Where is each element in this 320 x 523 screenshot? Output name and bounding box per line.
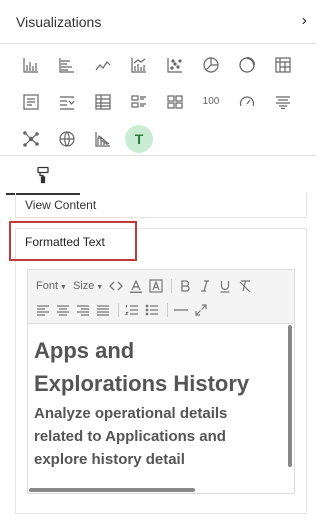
- toolbar-separator: [118, 303, 119, 317]
- gauge-icon[interactable]: [229, 87, 265, 117]
- viz-row-1: [13, 46, 313, 83]
- align-right-icon[interactable]: [76, 303, 90, 317]
- bulleted-list-icon[interactable]: [145, 303, 159, 317]
- combo-chart-icon[interactable]: [121, 50, 157, 80]
- viz-row-2: 100: [13, 83, 313, 120]
- format-tab[interactable]: [6, 156, 80, 195]
- formatted-text-badge: T: [125, 124, 153, 153]
- editor-toolbar: Font ▼ Size ▼: [28, 270, 294, 324]
- formatted-text-icon[interactable]: T: [121, 124, 157, 154]
- donut-chart-icon[interactable]: [229, 50, 265, 80]
- pie-chart-icon[interactable]: [193, 50, 229, 80]
- size-dropdown-label: Size: [72, 280, 95, 292]
- toolbar-separator: [167, 303, 168, 317]
- bar-chart-icon[interactable]: [49, 50, 85, 80]
- format-paintbrush-icon: [37, 166, 49, 183]
- rich-text-editor[interactable]: Font▼ Size▼ Apps and Explorations Hist: [27, 269, 295, 494]
- align-justify-icon[interactable]: [96, 303, 110, 317]
- editor-content[interactable]: Apps and Explorations History Analyze op…: [34, 334, 286, 471]
- pivot-table-icon[interactable]: [265, 50, 301, 80]
- list-detail-icon[interactable]: [121, 87, 157, 117]
- panel-tab-bar: [0, 155, 317, 195]
- toolbar-row-1: Font ▼ Size ▼: [36, 277, 258, 295]
- form-icon[interactable]: [13, 87, 49, 117]
- content-heading-line-1: Apps and: [34, 338, 135, 363]
- font-dropdown[interactable]: Font ▼: [36, 280, 67, 292]
- underline-icon[interactable]: [218, 279, 232, 293]
- bold-icon[interactable]: [178, 279, 192, 293]
- content-body-line-3: explore history detail: [34, 451, 185, 468]
- editor-vertical-scrollbar[interactable]: [288, 325, 292, 467]
- horizontal-rule-icon[interactable]: [174, 303, 188, 317]
- kpi-number-label: 100: [202, 96, 220, 107]
- kpi-number-icon[interactable]: 100: [193, 87, 229, 117]
- panel-header: Visualizations ›: [0, 0, 317, 44]
- content-body-line-1: Analyze operational details: [34, 405, 228, 422]
- view-content-label: View Content: [25, 198, 97, 212]
- visualization-grid: 100 T: [13, 46, 313, 157]
- line-chart-icon[interactable]: [85, 50, 121, 80]
- align-left-icon[interactable]: [36, 303, 50, 317]
- formatted-text-title: Formatted Text: [25, 235, 105, 249]
- content-heading-line-2: Explorations History: [34, 371, 250, 396]
- content-body-line-2: related to Applications and: [34, 428, 226, 445]
- map-icon[interactable]: [49, 124, 85, 154]
- background-color-icon[interactable]: [149, 279, 163, 293]
- font-dropdown-label: Font: [36, 280, 59, 292]
- italic-icon[interactable]: [198, 279, 212, 293]
- maximize-icon[interactable]: [194, 303, 208, 317]
- filter-list-icon[interactable]: [49, 87, 85, 117]
- remove-format-icon[interactable]: [238, 279, 252, 293]
- histogram-icon[interactable]: [85, 124, 121, 154]
- source-code-icon[interactable]: [109, 279, 124, 293]
- numbered-list-icon[interactable]: [125, 303, 139, 317]
- view-content-section[interactable]: View Content: [15, 193, 307, 218]
- chevron-right-icon[interactable]: ›: [302, 12, 307, 30]
- caret-down-icon: ▼: [60, 284, 67, 291]
- toolbar-separator: [171, 279, 173, 293]
- table-icon[interactable]: [85, 87, 121, 117]
- funnel-icon[interactable]: [265, 87, 301, 117]
- toolbar-row-2: [36, 301, 214, 319]
- network-icon[interactable]: [13, 124, 49, 154]
- column-chart-icon[interactable]: [13, 50, 49, 80]
- size-dropdown[interactable]: Size ▼: [73, 280, 103, 292]
- panel-title: Visualizations: [16, 14, 102, 30]
- editor-horizontal-scrollbar[interactable]: [29, 488, 195, 492]
- caret-down-icon: ▼: [96, 284, 104, 291]
- align-center-icon[interactable]: [56, 303, 70, 317]
- viz-row-3: T: [13, 120, 313, 157]
- scatter-chart-icon[interactable]: [157, 50, 193, 80]
- text-color-icon[interactable]: [129, 279, 143, 293]
- tiles-icon[interactable]: [157, 87, 193, 117]
